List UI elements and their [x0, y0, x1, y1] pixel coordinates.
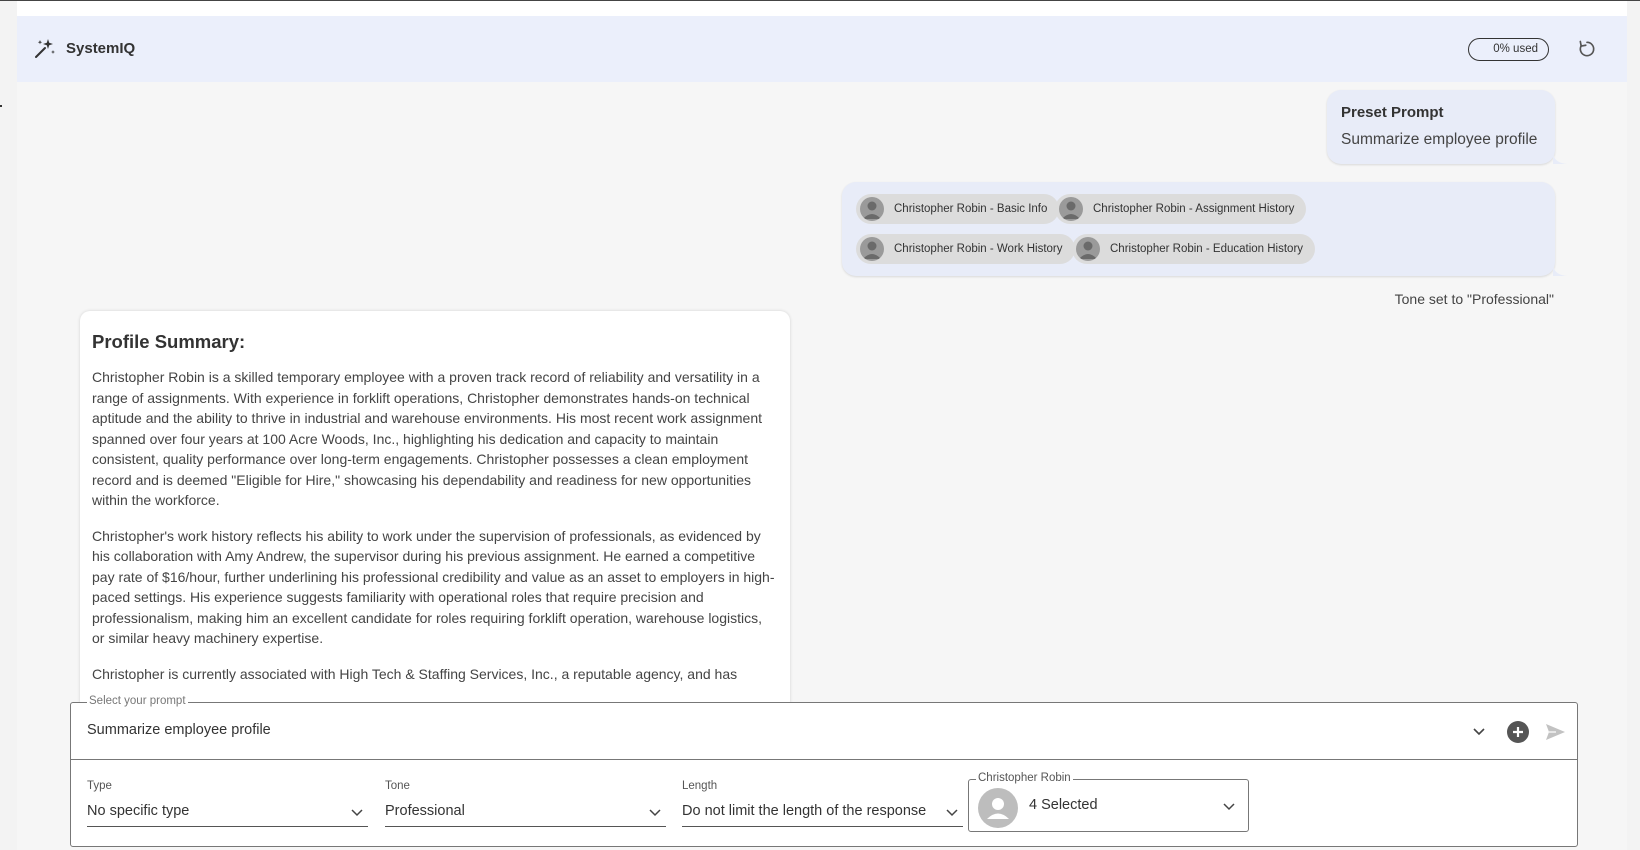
- context-chip[interactable]: Christopher Robin - Education History: [1072, 234, 1316, 264]
- type-label: Type: [87, 780, 112, 792]
- length-value: Do not limit the length of the response: [682, 800, 963, 827]
- chevron-down-icon: [1223, 803, 1235, 811]
- window-top-border: [0, 0, 1640, 1]
- person-avatar-icon: [1076, 237, 1100, 261]
- length-select[interactable]: Length Do not limit the length of the re…: [682, 780, 963, 827]
- chevron-down-icon[interactable]: [1471, 723, 1487, 739]
- person-avatar-icon: [860, 197, 884, 221]
- bubble-tail: [1553, 266, 1567, 276]
- prompt-select-value: Summarize employee profile: [87, 722, 271, 738]
- type-value-text: No specific type: [87, 803, 190, 819]
- chip-label: Christopher Robin - Education History: [1110, 243, 1304, 255]
- length-value-text: Do not limit the length of the response: [682, 803, 927, 819]
- response-paragraph: Christopher is currently associated with…: [92, 665, 738, 682]
- tone-label: Tone: [385, 780, 410, 792]
- employee-select-label: Christopher Robin: [976, 772, 1073, 784]
- tone-value: Professional: [385, 800, 666, 827]
- response-heading: Profile Summary:: [92, 331, 246, 352]
- prompt-composer: Select your prompt Summarize employee pr…: [70, 695, 1578, 847]
- length-label: Length: [682, 780, 718, 792]
- preset-prompt-value: Summarize employee profile: [1341, 131, 1538, 148]
- sparkle-icon: [35, 39, 55, 58]
- tone-value-text: Professional: [385, 803, 465, 819]
- app-title: SystemIQ: [66, 39, 136, 57]
- person-avatar-icon: [978, 788, 1018, 828]
- assistant-panel: SystemIQ 0% used Preset Prompt Summarize…: [17, 16, 1627, 850]
- chip-label: Christopher Robin - Basic Info: [894, 203, 1048, 215]
- right-window-edge: [1627, 0, 1640, 850]
- context-chip[interactable]: Christopher Robin - Work History: [856, 234, 1075, 264]
- left-window-edge: [0, 0, 17, 850]
- response-paragraph: Christopher's work history reflects his …: [92, 527, 775, 647]
- response-card: Profile Summary: Christopher Robin is a …: [80, 311, 790, 711]
- tone-select[interactable]: Tone Professional: [385, 780, 666, 827]
- preset-prompt-bubble: Preset Prompt Summarize employee profile: [1327, 90, 1567, 164]
- brand: SystemIQ: [33, 36, 135, 60]
- plus-circle-icon: [1513, 727, 1523, 737]
- context-chips-bubble: Christopher Robin - Basic Info Christoph…: [842, 182, 1567, 276]
- bubble-tail: [1553, 154, 1567, 164]
- chip-label: Christopher Robin - Work History: [894, 243, 1063, 255]
- preset-prompt-label: Preset Prompt: [1341, 104, 1444, 121]
- send-icon[interactable]: [1543, 720, 1567, 744]
- employee-select-value: 4 Selected: [1029, 797, 1098, 813]
- person-avatar-icon: [860, 237, 884, 261]
- usage-badge: 0% used: [1468, 38, 1549, 61]
- person-avatar-icon: [1059, 197, 1083, 221]
- refresh-icon[interactable]: [1577, 39, 1597, 59]
- chevron-down-icon: [649, 809, 661, 817]
- employee-select[interactable]: Christopher Robin 4 Selected: [968, 772, 1249, 832]
- prompt-select-label: Select your prompt: [87, 695, 188, 707]
- context-chip[interactable]: Christopher Robin - Assignment History: [1055, 194, 1307, 224]
- type-select[interactable]: Type No specific type: [87, 780, 368, 827]
- context-chip[interactable]: Christopher Robin - Basic Info: [856, 194, 1060, 224]
- response-paragraph: Christopher Robin is a skilled temporary…: [92, 369, 763, 508]
- chevron-down-icon: [351, 809, 363, 817]
- app-header: SystemIQ 0% used: [17, 16, 1627, 82]
- tone-status-note: Tone set to "Professional": [1394, 291, 1554, 307]
- type-value: No specific type: [87, 800, 368, 827]
- chevron-down-icon: [946, 809, 958, 817]
- prompt-select[interactable]: Select your prompt Summarize employee pr…: [71, 695, 1577, 760]
- chip-label: Christopher Robin - Assignment History: [1093, 203, 1295, 215]
- add-prompt-button[interactable]: [1507, 721, 1529, 743]
